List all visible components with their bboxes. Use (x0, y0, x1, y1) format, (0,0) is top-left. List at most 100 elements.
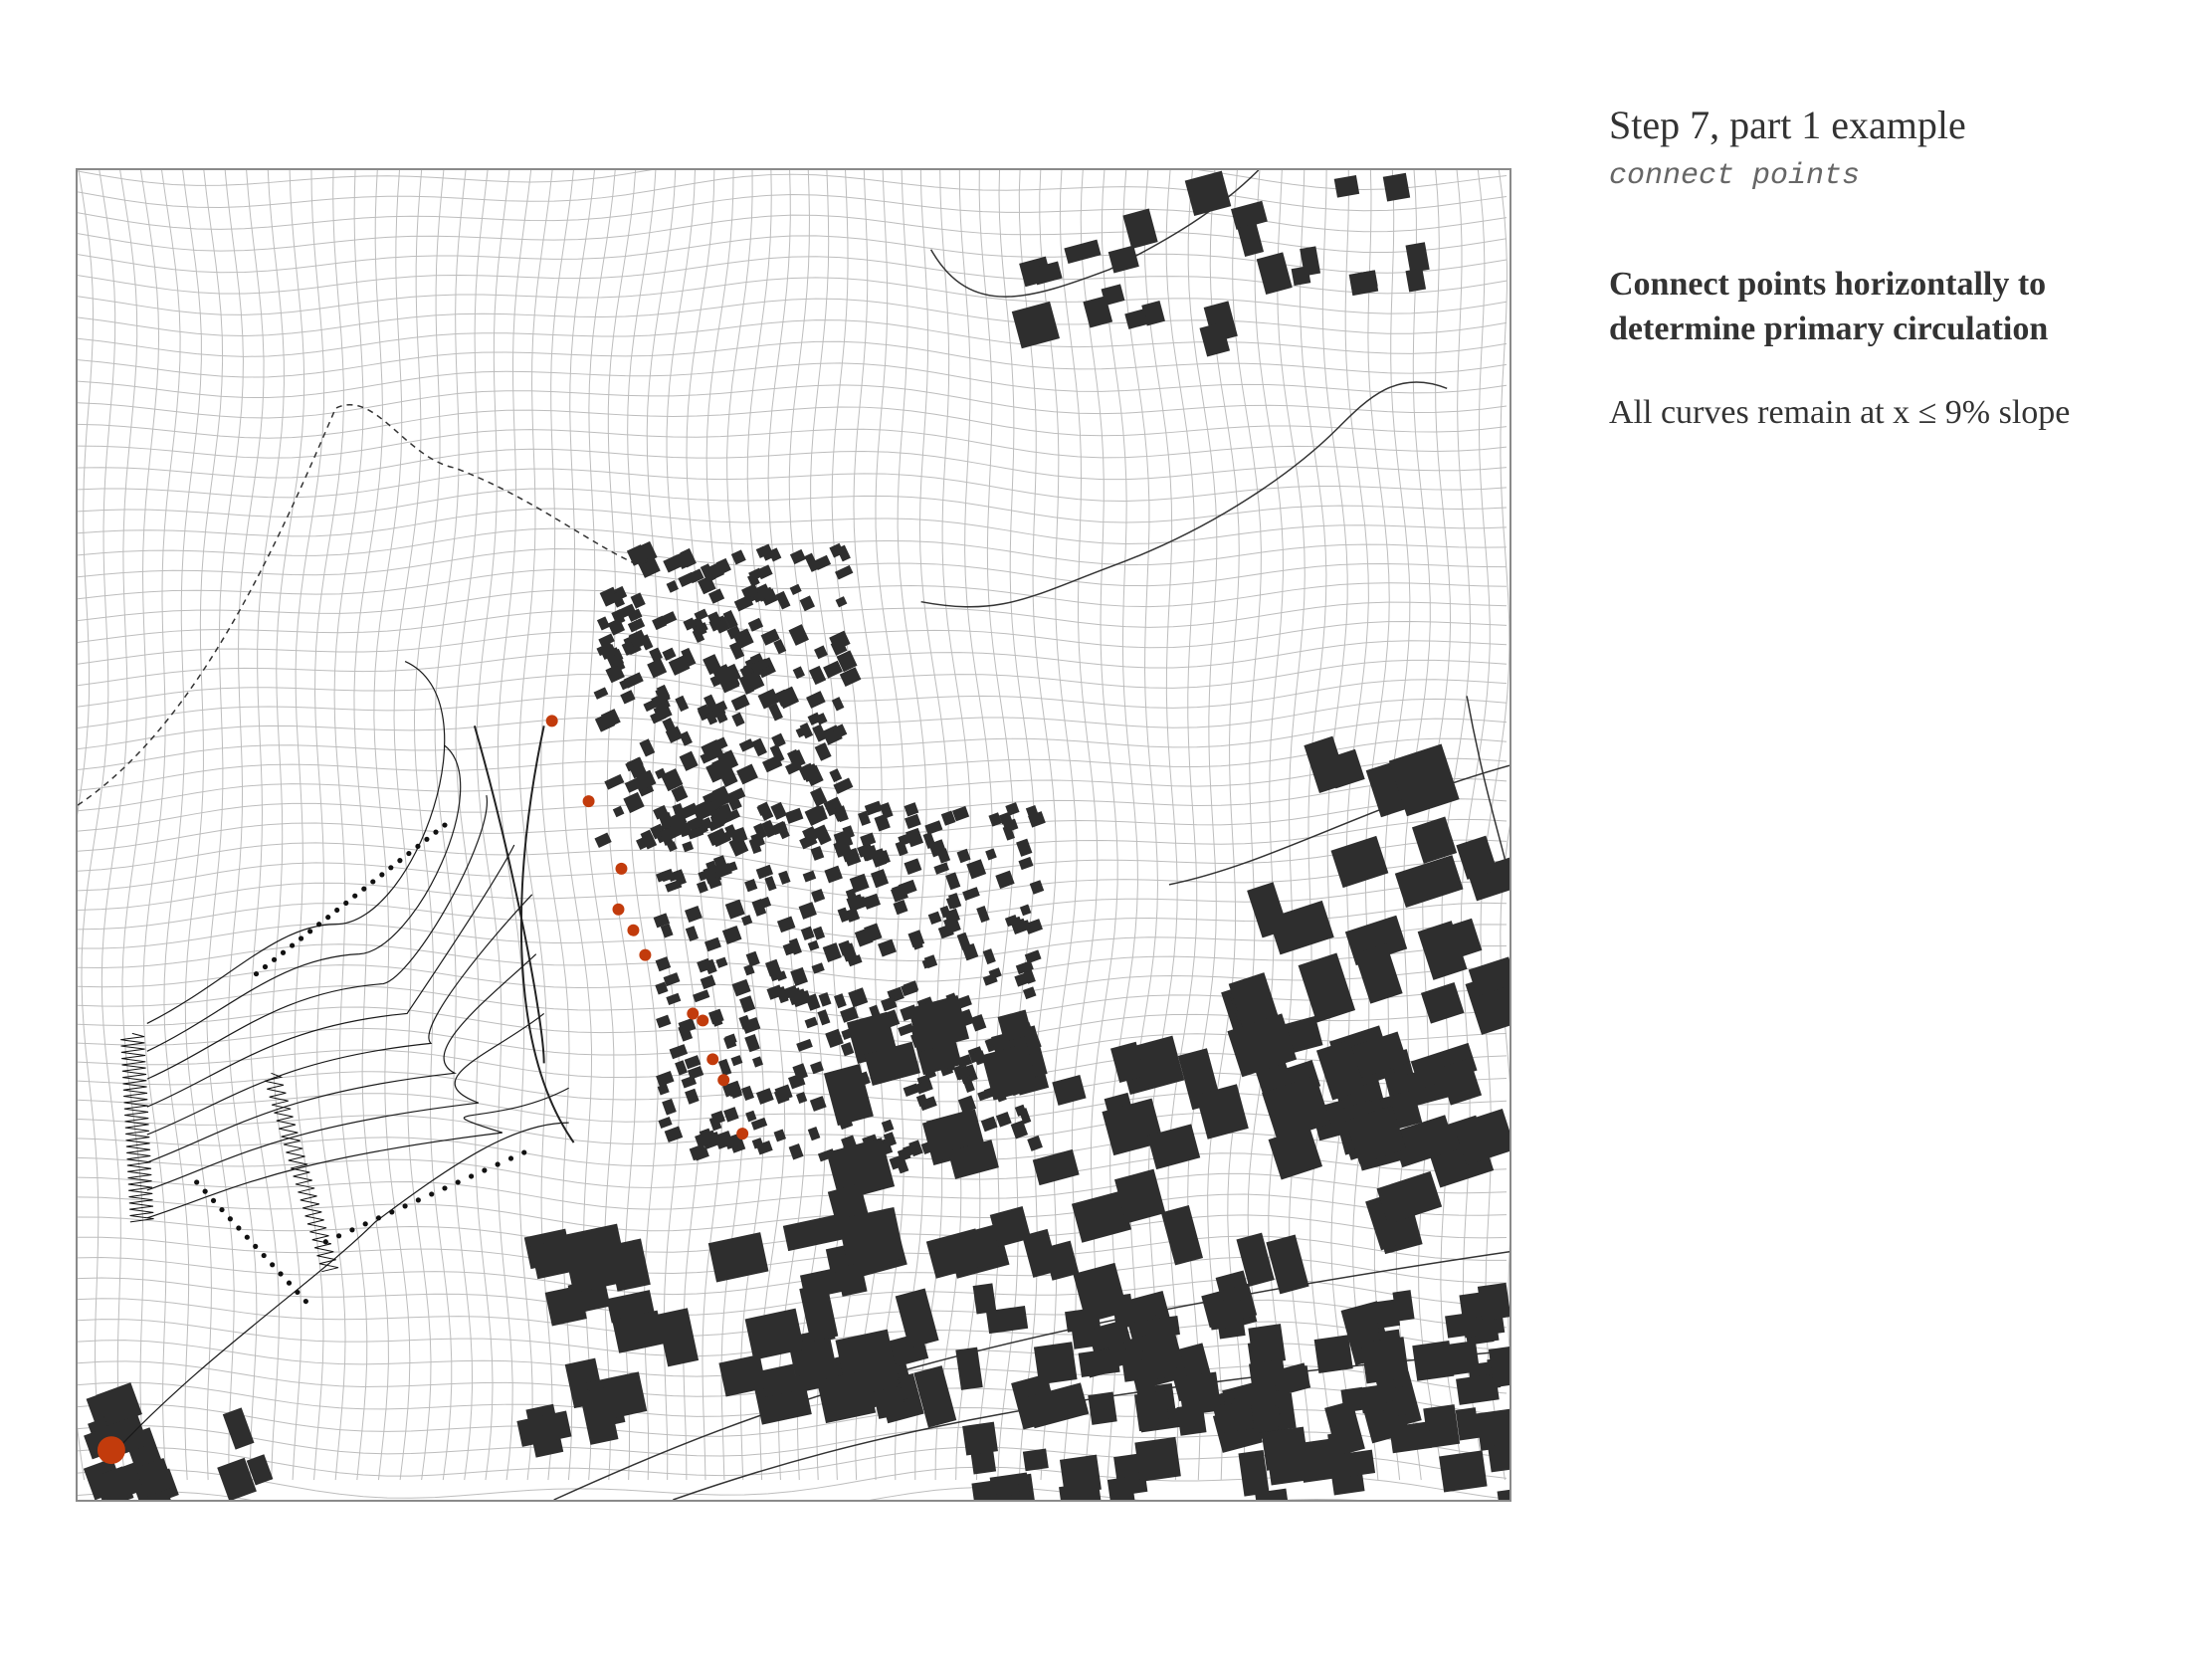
building (647, 658, 668, 679)
trail-dot (325, 915, 331, 921)
trail-dot (397, 858, 403, 864)
building (693, 989, 710, 1003)
building (656, 1014, 672, 1029)
building (802, 870, 817, 883)
building (751, 737, 767, 757)
building (1052, 1075, 1087, 1106)
building (717, 1058, 732, 1077)
building (770, 801, 787, 820)
trail-dot (334, 907, 340, 914)
building (764, 876, 777, 892)
building (776, 916, 796, 933)
connection-point (706, 1053, 719, 1066)
building (685, 905, 703, 924)
trail-dot (424, 836, 430, 842)
building (739, 995, 756, 1013)
building (1248, 1324, 1287, 1365)
building (1390, 1385, 1415, 1416)
building (1016, 838, 1033, 857)
circulation-curve (146, 1087, 569, 1219)
building (516, 1410, 572, 1447)
trail-dot (236, 1225, 242, 1231)
building (904, 858, 922, 876)
grid-line (1039, 170, 1078, 1481)
trail-dot (388, 865, 394, 871)
grid-line (78, 818, 1508, 856)
building (924, 820, 943, 835)
trail-dot (352, 893, 358, 899)
connection-point (639, 948, 652, 961)
grid-line (78, 1486, 1359, 1500)
grid-line (78, 277, 1508, 315)
building (1022, 1228, 1059, 1278)
building (799, 595, 816, 612)
grid-line (78, 362, 1508, 399)
grid-line (294, 170, 325, 1481)
grid-line (476, 170, 513, 1481)
trail-dot (302, 1299, 308, 1305)
building (1376, 1170, 1443, 1225)
building (593, 687, 609, 700)
building (784, 807, 804, 824)
trail-dot (370, 879, 376, 885)
building (1304, 735, 1348, 794)
building (1432, 1340, 1481, 1377)
building (662, 1098, 677, 1116)
building (776, 686, 800, 710)
trail-dot (194, 1179, 200, 1185)
description-heading: Connect points horizontally to determine… (1609, 266, 2049, 347)
grid-line (540, 170, 574, 1481)
connection-point (736, 1128, 749, 1141)
building (222, 1407, 255, 1450)
building (806, 691, 826, 709)
building (789, 548, 806, 565)
trail-dot (270, 1262, 276, 1268)
trail-dot (295, 1289, 301, 1296)
circulation-curve (146, 1012, 545, 1191)
building (1405, 242, 1430, 274)
building (1160, 1204, 1204, 1266)
building (1389, 1421, 1432, 1454)
building (679, 750, 699, 771)
building (796, 1038, 813, 1052)
building (1439, 1450, 1488, 1493)
building (666, 992, 682, 1005)
building (1382, 172, 1411, 202)
connection-point (697, 1014, 709, 1027)
building (663, 972, 681, 987)
building (682, 841, 695, 853)
connection-point (687, 1007, 700, 1020)
grid-line (78, 468, 1508, 503)
building (962, 887, 980, 902)
grid-line (455, 170, 494, 1481)
building (1018, 856, 1034, 871)
trail-dot (262, 963, 269, 970)
trail-dot (244, 1234, 250, 1240)
building (878, 938, 897, 957)
building (817, 1009, 831, 1026)
building (700, 974, 716, 990)
trail-dot (406, 850, 412, 857)
building (835, 596, 848, 608)
building (1177, 1371, 1222, 1416)
trail-dot (202, 1188, 208, 1194)
trail-dot (349, 1227, 355, 1233)
trail-dot (415, 1197, 421, 1203)
grid-line (373, 170, 411, 1481)
building (1122, 208, 1158, 250)
circulation-curve (146, 660, 446, 1024)
building (1261, 1426, 1309, 1471)
grid-line (78, 860, 1508, 899)
building (736, 763, 758, 785)
trail-dot (253, 1243, 259, 1249)
building (798, 902, 817, 920)
building (790, 966, 808, 987)
building (1281, 1365, 1310, 1391)
grid-line (78, 589, 1508, 628)
trail-dot (379, 872, 385, 878)
trail-dot (495, 1161, 501, 1167)
building (707, 1232, 769, 1283)
building (945, 872, 961, 891)
building (788, 1143, 804, 1160)
grid-line (78, 1172, 1508, 1210)
